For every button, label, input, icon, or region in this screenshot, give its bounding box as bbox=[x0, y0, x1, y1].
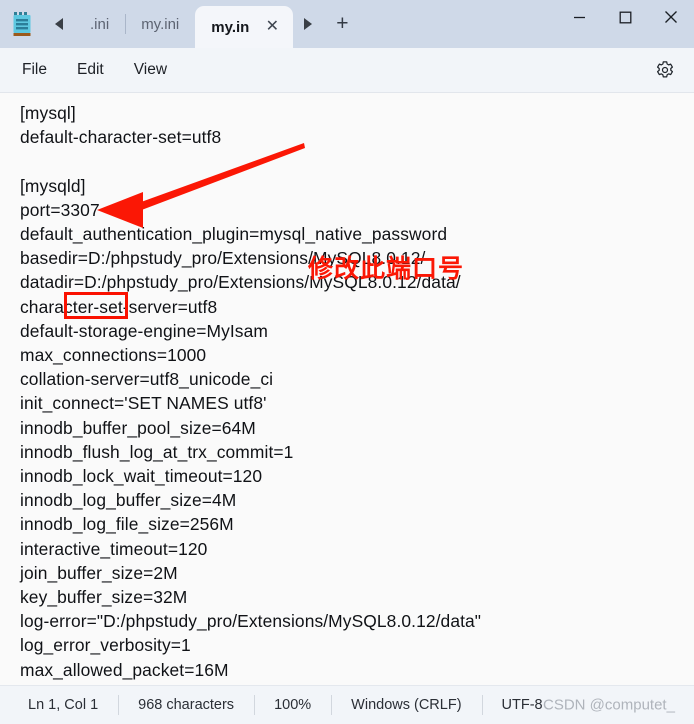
menu-file[interactable]: File bbox=[10, 56, 59, 84]
status-zoom-level[interactable]: 100% bbox=[254, 694, 331, 716]
close-icon bbox=[665, 11, 677, 23]
maximize-icon bbox=[619, 11, 631, 23]
title-bar: .ini my.ini my.in ✕ + bbox=[0, 0, 694, 48]
tab-label: my.ini bbox=[141, 15, 180, 33]
chevron-right-icon bbox=[304, 18, 313, 30]
tab-close-icon[interactable]: ✕ bbox=[259, 14, 285, 40]
tab-label: my.in bbox=[211, 18, 250, 36]
status-bar: Ln 1, Col 1 968 characters 100% Windows … bbox=[0, 685, 694, 724]
settings-button[interactable] bbox=[650, 55, 680, 85]
editor-content[interactable]: [mysql] default-character-set=utf8 [mysq… bbox=[20, 101, 694, 682]
minimize-icon bbox=[573, 16, 585, 18]
tab-scroll-right-button[interactable] bbox=[293, 0, 323, 48]
text-editor-area[interactable]: [mysql] default-character-set=utf8 [mysq… bbox=[0, 93, 694, 685]
gear-icon bbox=[657, 61, 673, 78]
maximize-button[interactable] bbox=[602, 0, 648, 34]
close-button[interactable] bbox=[648, 0, 694, 34]
notepad-icon bbox=[12, 11, 34, 37]
menu-edit[interactable]: Edit bbox=[65, 56, 116, 84]
menu-bar: File Edit View bbox=[0, 48, 694, 93]
tab-ini[interactable]: .ini bbox=[74, 0, 125, 48]
notepad-window: .ini my.ini my.in ✕ + File Edit View [my… bbox=[0, 0, 694, 724]
tab-my-in[interactable]: my.in ✕ bbox=[195, 6, 294, 48]
tab-label: .ini bbox=[90, 15, 110, 33]
tab-scroll-left-button[interactable] bbox=[44, 0, 74, 48]
minimize-button[interactable] bbox=[556, 0, 602, 34]
status-cursor-position[interactable]: Ln 1, Col 1 bbox=[0, 694, 118, 716]
tab-my-ini[interactable]: my.ini bbox=[125, 0, 195, 48]
tab-strip: .ini my.ini my.in ✕ + bbox=[44, 0, 556, 48]
new-tab-button[interactable]: + bbox=[323, 0, 361, 48]
status-line-ending[interactable]: Windows (CRLF) bbox=[331, 694, 481, 716]
chevron-left-icon bbox=[55, 18, 63, 30]
watermark-text: CSDN @computet_ bbox=[543, 696, 675, 714]
window-controls bbox=[556, 0, 694, 48]
menu-view[interactable]: View bbox=[122, 56, 179, 84]
status-character-count[interactable]: 968 characters bbox=[118, 694, 254, 716]
